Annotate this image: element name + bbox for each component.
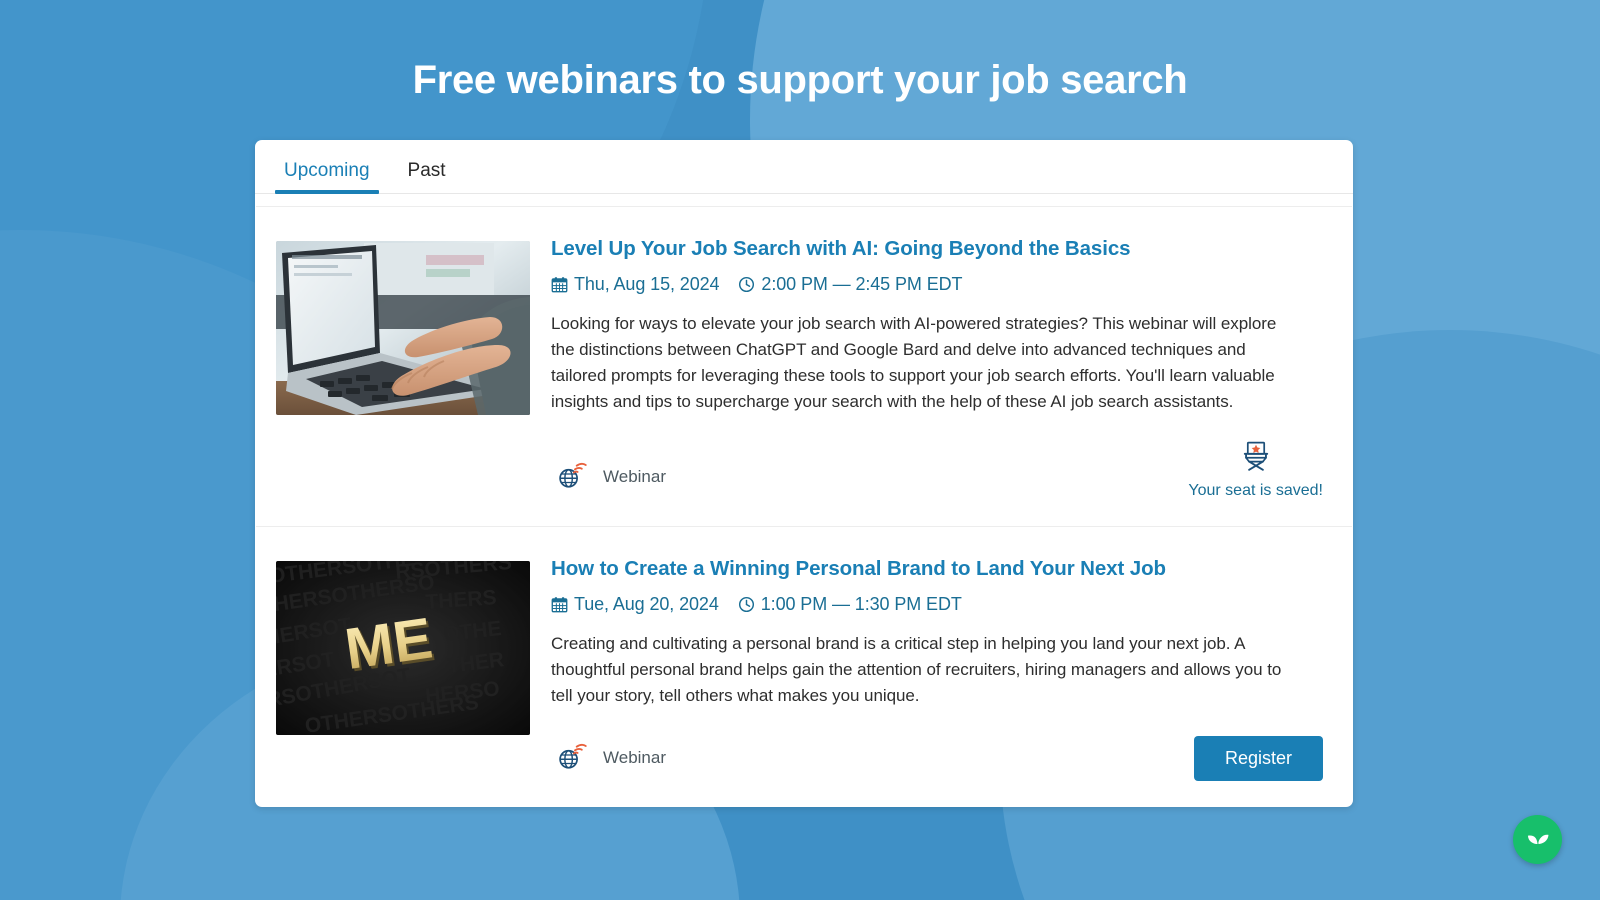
webinar-thumbnail-wrapper (276, 237, 531, 500)
webinar-action-area: Register (1193, 736, 1323, 782)
webinar-thumbnail-wrapper: OTHERSOTHE RSOTHERS THERSOTHERSO THERS H… (276, 557, 531, 781)
calendar-icon (551, 596, 568, 613)
webinar-description: Looking for ways to elevate your job sea… (551, 313, 1277, 412)
webinar-footer: Webinar Register (551, 731, 1323, 782)
webinar-title-link[interactable]: How to Create a Winning Personal Brand t… (551, 557, 1166, 580)
webinar-status-area: Your seat is saved! (1188, 437, 1323, 500)
webinars-card: Upcoming Past Level Up Your Job Search w… (255, 140, 1353, 808)
webinar-title-link[interactable]: Level Up Your Job Search with AI: Going … (551, 237, 1131, 260)
globe-wifi-icon (555, 457, 589, 496)
webinar-list-item: OTHERSOTHE RSOTHERS THERSOTHERSO THERS H… (256, 526, 1352, 807)
webinar-datetime: Thu, Aug 15, 2024 2:00 PM — 2:45 PM EDT (551, 274, 1323, 295)
svg-text:ME: ME (341, 606, 436, 682)
webinar-list-item: Level Up Your Job Search with AI: Going … (256, 206, 1352, 526)
webinar-format-label: Webinar (603, 747, 666, 767)
calendar-icon (551, 276, 568, 293)
webinar-format: Webinar (555, 738, 666, 781)
globe-wifi-icon (555, 738, 589, 777)
webinar-details: Level Up Your Job Search with AI: Going … (531, 237, 1325, 500)
tab-bar: Upcoming Past (255, 140, 1353, 194)
webinar-description: Creating and cultivating a personal bran… (551, 633, 1282, 706)
register-button[interactable]: Register (1193, 736, 1323, 782)
webinar-format: Webinar (555, 457, 666, 500)
webinar-footer: Webinar Your seat is saved! (551, 437, 1323, 500)
webinar-thumbnail-laptop[interactable] (276, 241, 530, 415)
tab-panel-spacer (255, 194, 1353, 206)
webinar-date: Thu, Aug 15, 2024 (574, 273, 720, 294)
tab-past[interactable]: Past (403, 160, 451, 193)
webinar-details: How to Create a Winning Personal Brand t… (531, 557, 1325, 782)
webinar-format-label: Webinar (603, 466, 666, 486)
seat-saved-label: Your seat is saved! (1188, 482, 1323, 500)
webinar-date: Tue, Aug 20, 2024 (574, 593, 719, 614)
webinar-time: 1:00 PM — 1:30 PM EDT (760, 593, 962, 614)
webinar-datetime: Tue, Aug 20, 2024 1:00 PM — 1:30 PM EDT (551, 594, 1323, 615)
clock-icon (738, 596, 755, 613)
tab-upcoming[interactable]: Upcoming (275, 160, 379, 194)
directors-chair-icon (1237, 442, 1275, 479)
webinar-thumbnail-personal-brand[interactable]: OTHERSOTHE RSOTHERS THERSOTHERSO THERS H… (276, 561, 530, 736)
webinar-time: 2:00 PM — 2:45 PM EDT (761, 273, 963, 294)
clock-icon (738, 276, 755, 293)
floating-chat-widget-button[interactable] (1513, 815, 1562, 864)
page-title: Free webinars to support your job search (412, 58, 1188, 102)
leaf-sprout-icon (1524, 823, 1552, 856)
webinar-list: Level Up Your Job Search with AI: Going … (255, 206, 1353, 807)
